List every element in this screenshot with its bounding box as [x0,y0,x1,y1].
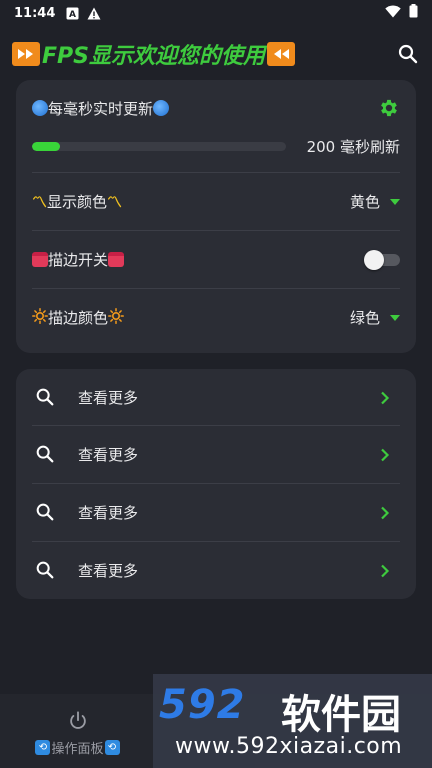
calendar-icon [108,252,125,267]
chevron-right-icon [378,563,392,578]
outline-color-row[interactable]: 描边颜色 绿色 [32,289,400,346]
wifi-icon [385,5,401,22]
refresh-progress-fill [32,141,60,151]
progress-row: 200 毫秒刷新 [32,134,400,158]
search-icon [34,501,56,523]
refresh-row: 每毫秒实时更新 [32,95,400,121]
search-icon [34,559,56,581]
chevron-right-icon [378,505,392,520]
search-icon [34,443,56,465]
display-color-row[interactable]: 〽 显示颜色 〽 黄色 [32,173,400,230]
calendar-icon [32,252,48,267]
refresh-interval-text: 200 毫秒刷新 [306,137,400,156]
outline-switch-label: 描边开关 [48,251,109,269]
outline-color-label: 描边颜色 [48,309,109,327]
display-color-label: 显示颜色 [47,193,108,211]
watermark-logo-number: 592 [159,682,246,728]
outline-toggle[interactable] [364,249,400,270]
list-item-label: 查看更多 [78,388,139,407]
svg-text:A: A [69,10,76,20]
app-title-group: FPS显示欢迎您的使用 [12,38,295,70]
search-icon[interactable] [396,42,420,66]
outline-color-select[interactable]: 绿色 [350,307,400,328]
cycle-icon: ⟲ [104,740,120,755]
chevron-right-icon [378,390,392,405]
nav-item-label-group: ⟲ 操作面板 ⟲ [35,738,120,757]
rising-arrows-icon: 〽 [107,193,123,211]
gear-icon[interactable] [378,97,400,119]
toggle-knob [364,249,384,270]
search-icon [34,386,56,408]
list-item-label: 查看更多 [78,503,139,522]
globe-icon [32,100,48,116]
sun-icon [108,307,124,328]
refresh-progress-bar[interactable] [32,141,286,151]
a-box-icon: A [65,6,79,20]
outline-color-value: 绿色 [349,309,380,327]
watermark-logo-text: 软件园 [281,692,401,738]
battery-icon [409,4,418,22]
rising-arrows-icon: 〽 [32,193,48,211]
outline-switch-row: 描边开关 [32,231,400,288]
sun-icon [32,307,48,328]
refresh-label: 每毫秒实时更新 [48,99,154,118]
status-time: 11:44 [14,5,56,21]
fast-rewind-icon [267,42,295,66]
more-list-card: 查看更多 查看更多 查看更多 查看更多 [16,369,416,599]
chevron-down-icon [390,314,400,321]
warning-icon [87,6,101,20]
watermark: 592 软件园 www.592xiazai.com [153,674,432,768]
nav-item-label: 操作面板 [51,742,104,757]
list-item-label: 查看更多 [78,561,139,580]
status-bar: 11:44 A [0,0,432,26]
app-title: FPS显示欢迎您的使用 [42,44,265,69]
power-icon [67,710,89,732]
list-item[interactable]: 查看更多 [32,369,400,425]
globe-icon [153,100,170,116]
list-item[interactable]: 查看更多 [32,484,400,540]
chevron-right-icon [378,447,392,462]
list-item[interactable]: 查看更多 [32,542,400,598]
list-item[interactable]: 查看更多 [32,426,400,482]
fast-forward-icon [12,42,40,66]
chevron-down-icon [390,198,400,205]
watermark-url: www.592xiazai.com [175,734,403,759]
display-color-select[interactable]: 黄色 [350,191,400,212]
display-color-value: 黄色 [349,193,380,211]
settings-card: 每毫秒实时更新 200 毫秒刷新 〽 显示颜色 〽 黄色 描边开关 描边颜色 绿… [16,80,416,353]
app-bar: FPS显示欢迎您的使用 [0,30,432,78]
cycle-icon: ⟲ [35,740,51,755]
list-item-label: 查看更多 [78,445,139,464]
nav-item-control-panel[interactable]: ⟲ 操作面板 ⟲ [0,694,155,768]
